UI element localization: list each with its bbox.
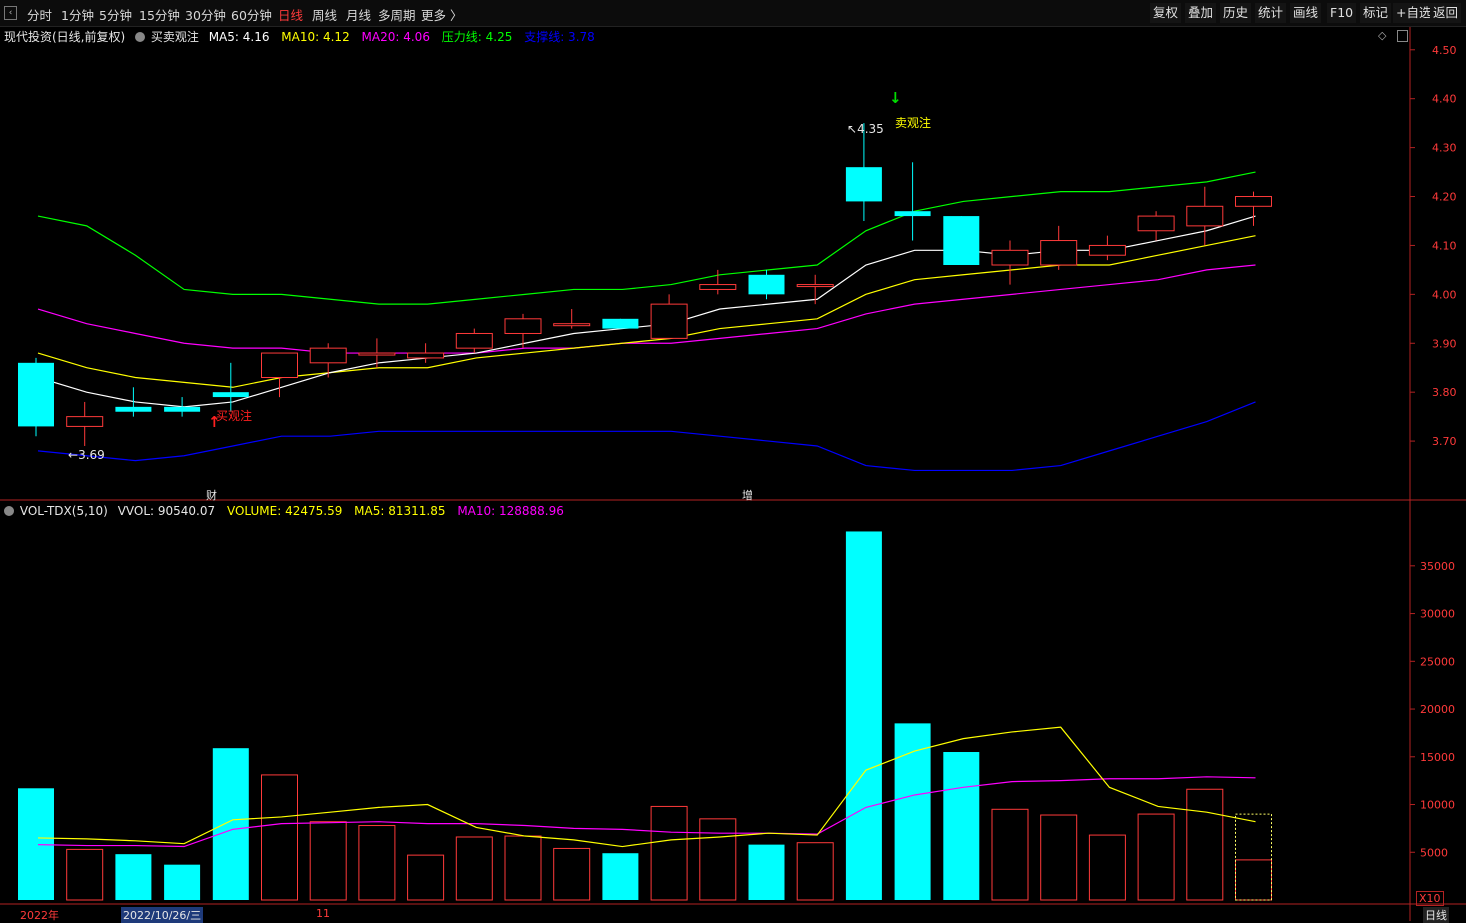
volume-unit-label: X10 [1416,891,1444,906]
volume-bar [748,844,785,900]
volume-tick-label: 25000 [1420,655,1455,668]
candle-body [18,362,54,427]
volume-tick-label: 35000 [1420,560,1455,573]
price-tick-label: 4.50 [1432,44,1457,57]
candle-body [553,323,591,327]
pressure-line [37,171,1256,305]
volume-bar [650,805,688,901]
volume-bar [455,836,493,901]
volume-bar [1235,859,1272,901]
price-tick-label: 3.70 [1432,435,1457,448]
month-label: 11 [316,907,330,920]
chart-canvas[interactable]: 3.70 3.80 3.90 4.00 4.10 4.20 4.30 4.40 4.50 5000… [0,0,1466,921]
volume-tick-label: 30000 [1420,608,1455,621]
buy-signal-text: 买观注 [216,409,253,423]
volume-bar [18,788,54,900]
candle-body [164,406,201,412]
low-price-value: 3.69 [78,448,105,462]
volume-bar [504,835,542,901]
volume-bar [991,808,1029,901]
volume-bar [407,854,445,901]
volume-tick-label: 20000 [1420,703,1455,716]
volume-bar [1088,834,1126,901]
candle-body [650,303,688,339]
volume-bar [845,531,882,900]
volume-bar [1186,788,1224,901]
candle-body [845,167,882,202]
volume-bar [309,821,347,901]
volume-bar [553,847,591,901]
candle-body [796,284,834,288]
candle-body [943,216,980,265]
volume-bar [164,864,201,900]
price-tick-label: 4.40 [1432,93,1457,106]
price-tick-label: 4.30 [1432,142,1457,155]
candle-body [699,284,737,290]
price-tick-label: 4.20 [1432,191,1457,204]
candle-body [66,416,104,427]
candle-body [748,274,785,295]
high-price-label: ↖4.35 [847,122,884,136]
volume-bar [115,854,152,900]
high-price-value: 4.35 [857,122,884,136]
volume-bar [602,853,639,900]
volume-tick-label: 10000 [1420,799,1455,812]
volume-bar [894,723,931,900]
volume-bar [796,842,834,901]
price-tick-label: 4.10 [1432,239,1457,252]
price-tick-label: 3.80 [1432,386,1457,399]
finance-marker[interactable]: 财 [206,487,217,503]
candle-body [261,352,298,379]
sell-signal-arrow-icon: ↓ [889,89,902,107]
candle-body [1186,205,1224,227]
candle-body [1137,215,1175,232]
sell-signal-text: 卖观注 [895,116,932,130]
candle-body [894,211,931,217]
volume-bar [1040,814,1078,901]
candle-body [504,318,542,334]
price-tick-label: 4.00 [1432,288,1457,301]
volume-tick-label: 15000 [1420,751,1455,764]
candle-body [1088,244,1126,256]
volume-bar [943,752,980,900]
low-price-label: ←3.69 [68,448,105,462]
ma20-line [37,264,1256,354]
volume-bar [699,818,737,901]
candle-body [455,332,493,349]
volume-bar [212,748,249,900]
candle-body [309,347,347,364]
candle-body [358,352,396,356]
volume-bar [66,848,104,901]
candle-body [115,406,152,412]
volume-bar [1137,813,1175,901]
candle-body [991,249,1029,266]
volume-bar [358,825,396,901]
candle-body [212,392,249,398]
candle-body [602,318,639,329]
volume-bar [261,774,298,901]
volume-tick-label: 5000 [1420,846,1448,859]
price-tick-label: 3.90 [1432,337,1457,350]
candle-body [407,352,445,359]
increase-marker[interactable]: 增 [742,487,753,503]
candle-body [1040,240,1078,266]
candle-body [1235,196,1272,207]
